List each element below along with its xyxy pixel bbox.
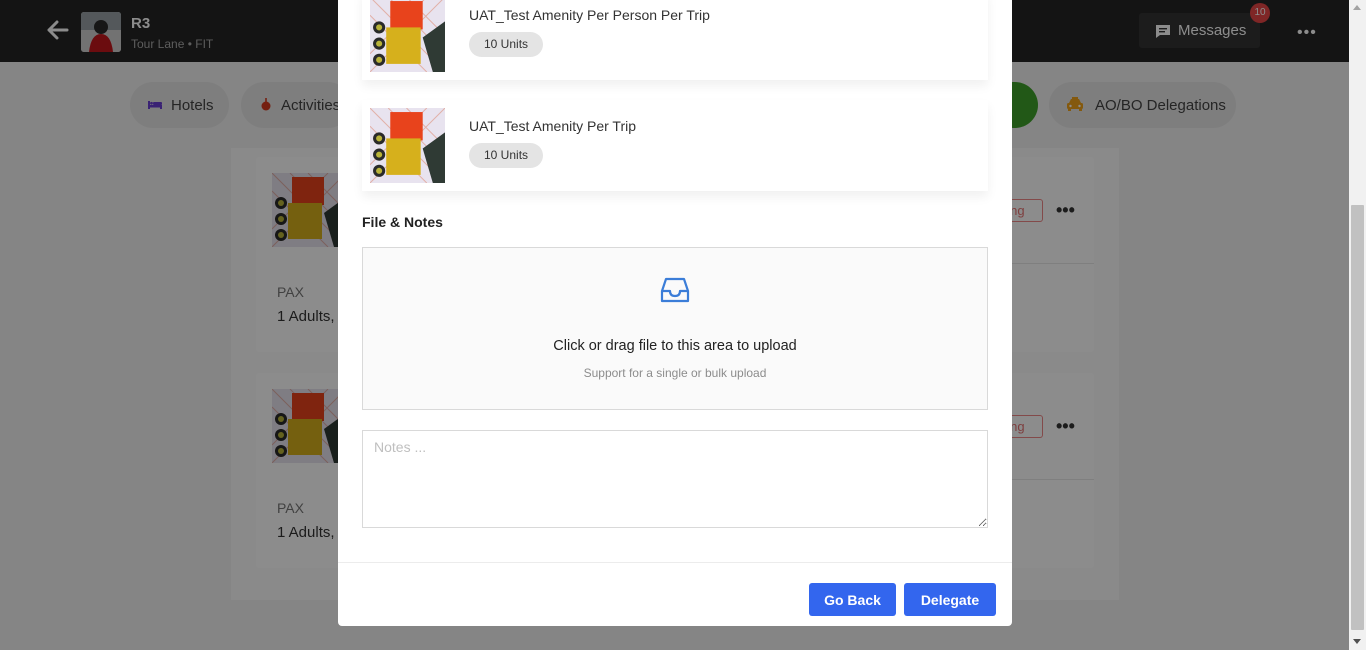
upload-dropzone[interactable]: Click or drag file to this area to uploa… xyxy=(362,247,988,410)
amenity-name: UAT_Test Amenity Per Person Per Trip xyxy=(469,7,710,23)
scroll-down-icon[interactable] xyxy=(1353,639,1361,644)
scroll-thumb[interactable] xyxy=(1351,205,1364,630)
inbox-icon xyxy=(660,277,690,303)
units-badge: 10 Units xyxy=(469,143,544,168)
product-thumbnail xyxy=(370,0,445,72)
amenity-item: UAT_Test Amenity Per Trip 10 Units xyxy=(362,100,988,191)
page-scrollbar[interactable] xyxy=(1349,0,1366,650)
modal-footer-divider xyxy=(338,562,1012,563)
amenity-item: UAT_Test Amenity Per Person Per Trip 10 … xyxy=(362,0,988,80)
product-thumbnail xyxy=(370,108,445,183)
delegate-button[interactable]: Delegate xyxy=(904,583,996,616)
go-back-button[interactable]: Go Back xyxy=(809,583,896,616)
upload-hint: Support for a single or bulk upload xyxy=(583,366,767,380)
file-notes-heading: File & Notes xyxy=(362,214,443,230)
units-badge: 10 Units xyxy=(469,32,544,57)
notes-textarea[interactable] xyxy=(362,430,988,528)
delegate-modal: UAT_Test Amenity Per Person Per Trip 10 … xyxy=(338,0,1012,626)
upload-title: Click or drag file to this area to uploa… xyxy=(553,338,797,354)
scroll-up-icon[interactable] xyxy=(1353,5,1361,10)
amenity-name: UAT_Test Amenity Per Trip xyxy=(469,118,637,134)
